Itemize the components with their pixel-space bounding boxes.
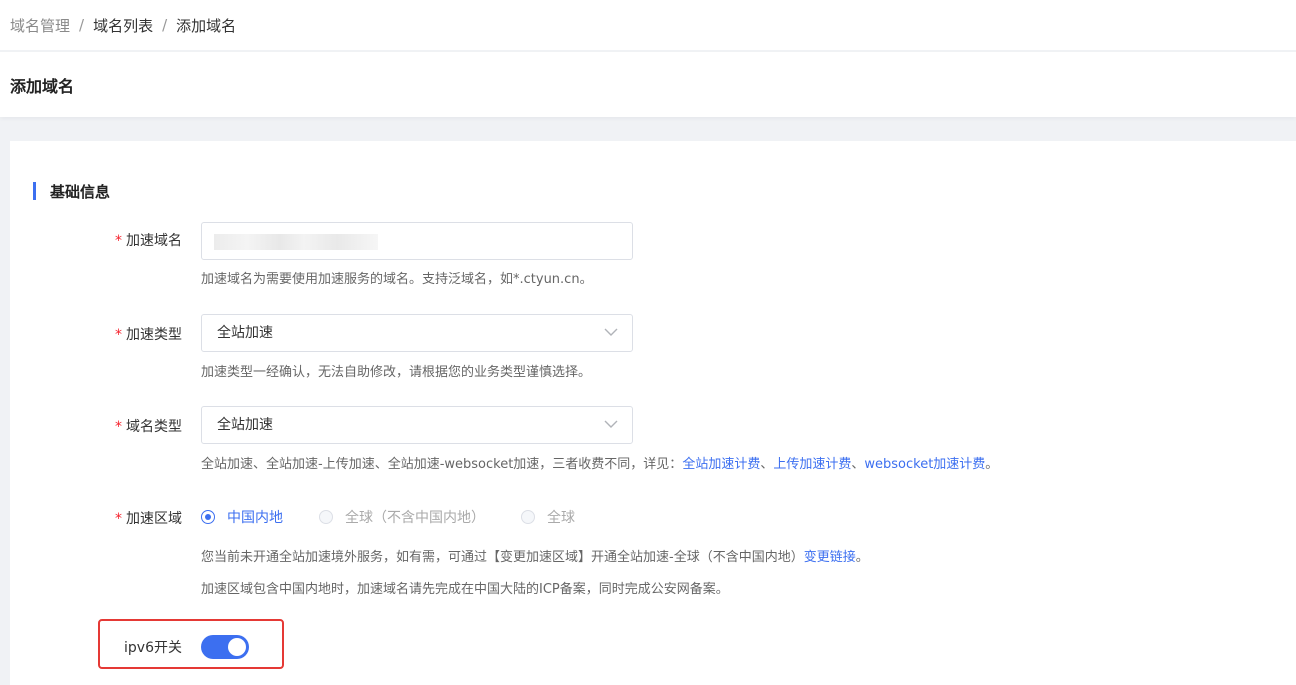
radio-mainland-china[interactable]: 中国内地 xyxy=(201,507,283,527)
domain-label-text: 加速域名 xyxy=(126,233,182,249)
change-region-link[interactable]: 变更链接 xyxy=(804,550,856,565)
chevron-down-icon xyxy=(604,328,618,336)
help-suffix: 。 xyxy=(985,457,999,472)
section-title-text: 基础信息 xyxy=(50,182,111,201)
radio-label: 全球（不含中国内地） xyxy=(345,510,485,526)
breadcrumb-separator: / xyxy=(79,16,85,34)
blurred-domain-value xyxy=(214,234,378,250)
radio-unchecked-icon xyxy=(521,510,535,524)
upload-billing-link[interactable]: 上传加速计费 xyxy=(773,457,851,472)
domain-input[interactable] xyxy=(201,222,633,260)
chevron-down-icon xyxy=(604,420,618,428)
breadcrumb-domain-management[interactable]: 域名管理 xyxy=(10,15,70,36)
region-help-1: 您当前未开通全站加速境外服务，如有需，可通过【变更加速区域】开通全站加速-全球（… xyxy=(201,546,869,565)
full-site-billing-link[interactable]: 全站加速计费 xyxy=(682,457,760,472)
form-card: 基础信息 * 加速域名 加速域名为需要使用加速服务的域名。支持泛域名，如*.cty… xyxy=(10,141,1296,685)
domain-type-value: 全站加速 xyxy=(217,417,273,433)
domain-type-help-text: 全站加速、全站加速-上传加速、全站加速-websocket加速，三者收费不同，详… xyxy=(201,457,683,472)
accel-type-help: 加速类型一经确认，无法自助修改，请根据您的业务类型谨慎选择。 xyxy=(201,365,592,380)
domain-help: 加速域名为需要使用加速服务的域名。支持泛域名，如*.ctyun.cn。 xyxy=(201,272,593,287)
radio-unchecked-icon xyxy=(319,510,333,524)
required-mark: * xyxy=(115,327,122,343)
accel-type-label-text: 加速类型 xyxy=(126,327,182,343)
breadcrumb: 域名管理 / 域名列表 / 添加域名 xyxy=(0,0,1296,50)
domain-type-label: * 域名类型 xyxy=(10,416,182,436)
radio-checked-icon xyxy=(201,510,215,524)
required-mark: * xyxy=(115,511,122,527)
section-title-bar xyxy=(33,182,36,200)
domain-type-help: 全站加速、全站加速-上传加速、全站加速-websocket加速，三者收费不同，详… xyxy=(201,453,998,472)
breadcrumb-add-domain: 添加域名 xyxy=(176,16,237,35)
accel-type-value: 全站加速 xyxy=(217,325,273,341)
domain-label: * 加速域名 xyxy=(10,230,182,250)
domain-type-select[interactable]: 全站加速 xyxy=(201,406,633,444)
help-separator: 、 xyxy=(851,457,865,472)
domain-type-label-text: 域名类型 xyxy=(126,419,182,435)
toggle-knob xyxy=(228,638,246,656)
breadcrumb-separator: / xyxy=(162,16,168,34)
help-separator: 、 xyxy=(760,457,774,472)
page-title: 添加域名 xyxy=(0,52,1296,117)
ipv6-toggle[interactable] xyxy=(201,635,249,659)
radio-label: 全球 xyxy=(547,510,575,526)
radio-global[interactable]: 全球 xyxy=(521,507,575,527)
accel-type-label: * 加速类型 xyxy=(10,324,182,344)
radio-global-excl-mainland[interactable]: 全球（不含中国内地） xyxy=(319,507,485,527)
radio-label: 中国内地 xyxy=(227,510,283,526)
websocket-billing-link[interactable]: websocket加速计费 xyxy=(864,457,985,472)
region-help-2: 加速区域包含中国内地时，加速域名请先完成在中国大陆的ICP备案，同时完成公安网备… xyxy=(201,582,729,597)
region-label-text: 加速区域 xyxy=(126,511,182,527)
required-mark: * xyxy=(115,233,122,249)
region-help-1-text: 您当前未开通全站加速境外服务，如有需，可通过【变更加速区域】开通全站加速-全球（… xyxy=(201,550,804,565)
breadcrumb-domain-list[interactable]: 域名列表 xyxy=(93,15,153,36)
page-title-text: 添加域名 xyxy=(10,76,75,96)
section-title: 基础信息 xyxy=(33,181,110,201)
region-radio-group: 中国内地 全球（不含中国内地） 全球 xyxy=(201,507,611,527)
accel-type-select[interactable]: 全站加速 xyxy=(201,314,633,352)
help-suffix: 。 xyxy=(855,550,869,565)
ipv6-label: ipv6开关 xyxy=(124,640,182,656)
region-label: * 加速区域 xyxy=(10,508,182,528)
required-mark: * xyxy=(115,419,122,435)
